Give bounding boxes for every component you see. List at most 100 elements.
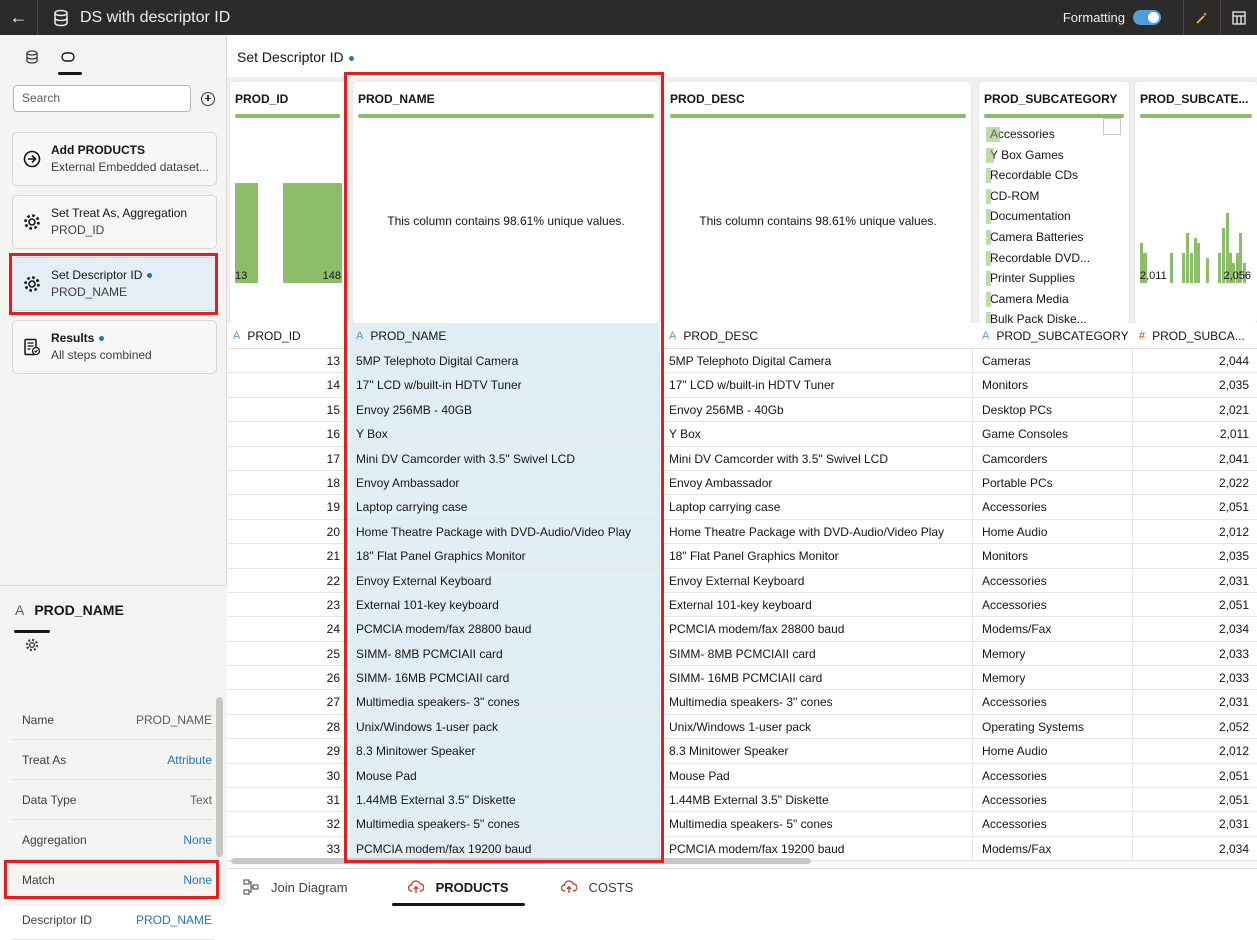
cell-prod-desc[interactable]: 17" LCD w/built-in HDTV Tuner — [663, 373, 973, 398]
cell-prod-name[interactable]: Envoy Ambassador — [350, 470, 660, 495]
properties-scrollbar[interactable] — [216, 697, 223, 857]
profile-card-prod-subcategory[interactable]: PROD_SUBCATEGORY Accessories Y Box Games… — [979, 82, 1129, 327]
cell-prod-subcategory[interactable]: Accessories — [976, 495, 1133, 520]
cell-prod-desc[interactable]: External 101-key keyboard — [663, 592, 973, 617]
cell-prod-subcat-id[interactable]: 2,031 — [1133, 812, 1257, 836]
table-row[interactable]: 24 PCMCIA modem/fax 28800 baud PCMCIA mode… — [227, 617, 1257, 642]
prop-value-treat-as[interactable]: Attribute — [167, 753, 212, 767]
cell-prod-subcategory[interactable]: Accessories — [976, 592, 1133, 617]
cell-prod-desc[interactable]: Mouse Pad — [663, 763, 973, 788]
tab-products[interactable]: PRODUCTS — [391, 869, 525, 906]
cell-prod-name[interactable]: Mini DV Camcorder with 3.5" Swivel LCD — [350, 446, 660, 471]
cell-prod-subcategory[interactable]: Accessories — [976, 568, 1133, 593]
add-circle-icon[interactable] — [201, 91, 215, 106]
cell-prod-id[interactable]: 14 — [227, 373, 347, 398]
profile-card-prod-subcat-id[interactable]: PROD_SUBCATE... 2,011 2,056 — [1135, 82, 1257, 323]
column-header-prod-subcat-id[interactable]: # PROD_SUBCA... — [1133, 323, 1257, 349]
prop-value-descriptor-id[interactable]: PROD_NAME — [136, 913, 212, 927]
cell-prod-id[interactable]: 15 — [227, 397, 347, 422]
table-row[interactable]: 13 5MP Telephoto Digital Camera 5MP Teleph… — [227, 349, 1257, 374]
cell-prod-desc[interactable]: Envoy External Keyboard — [663, 568, 973, 593]
cell-prod-name[interactable]: Unix/Windows 1-user pack — [350, 714, 660, 739]
cell-prod-subcategory[interactable]: Accessories — [976, 812, 1133, 837]
cell-prod-name[interactable]: 1.44MB External 3.5" Diskette — [350, 788, 660, 813]
cell-prod-name[interactable]: 18" Flat Panel Graphics Monitor — [350, 544, 660, 569]
table-row[interactable]: 19 Laptop carrying case Laptop carrying ca… — [227, 495, 1257, 520]
cell-prod-subcategory[interactable]: Home Audio — [976, 519, 1133, 544]
cell-prod-subcategory[interactable]: Memory — [976, 666, 1133, 691]
category-scroll-indicator[interactable] — [1103, 118, 1121, 135]
cell-prod-subcategory[interactable]: Camcorders — [976, 446, 1133, 471]
cell-prod-subcat-id[interactable]: 2,012 — [1133, 739, 1257, 763]
cell-prod-subcat-id[interactable]: 2,051 — [1133, 495, 1257, 519]
cell-prod-name[interactable]: Mouse Pad — [350, 763, 660, 788]
cell-prod-name[interactable]: SIMM- 16MB PCMCIAII card — [350, 666, 660, 691]
step-set-treat-as[interactable]: Set Treat As, Aggregation PROD_ID — [12, 195, 217, 249]
cell-prod-desc[interactable]: Envoy 256MB - 40Gb — [663, 397, 973, 422]
table-row[interactable]: 17 Mini DV Camcorder with 3.5" Swivel LCD… — [227, 446, 1257, 471]
table-row[interactable]: 15 Envoy 256MB - 40GB Envoy 256MB - 40Gb De… — [227, 397, 1257, 423]
category-item[interactable]: Recordable DVD... — [986, 248, 1096, 269]
table-row[interactable]: 28 Unix/Windows 1-user pack Unix/Windows 1… — [227, 714, 1257, 740]
cell-prod-subcat-id[interactable]: 2,035 — [1133, 544, 1257, 568]
table-row[interactable]: 29 8.3 Minitower Speaker 8.3 Minitower Spe… — [227, 739, 1257, 764]
cell-prod-name[interactable]: 5MP Telephoto Digital Camera — [350, 349, 660, 373]
cell-prod-id[interactable]: 27 — [227, 690, 347, 715]
cell-prod-name[interactable]: Envoy External Keyboard — [350, 568, 660, 593]
cell-prod-subcategory[interactable]: Accessories — [976, 690, 1133, 715]
cell-prod-subcat-id[interactable]: 2,012 — [1133, 520, 1257, 544]
cell-prod-desc[interactable]: SIMM- 16MB PCMCIAII card — [663, 666, 973, 691]
cell-prod-subcategory[interactable]: Accessories — [976, 788, 1133, 813]
table-row[interactable]: 22 Envoy External Keyboard Envoy External … — [227, 568, 1257, 593]
cell-prod-id[interactable]: 21 — [227, 544, 347, 569]
tab-costs[interactable]: COSTS — [560, 869, 633, 906]
step-results[interactable]: Results All steps combined — [12, 320, 217, 374]
cell-prod-desc[interactable]: Unix/Windows 1-user pack — [663, 714, 973, 739]
cell-prod-id[interactable]: 26 — [227, 666, 347, 691]
cell-prod-name[interactable]: Y Box — [350, 422, 660, 447]
cell-prod-id[interactable]: 24 — [227, 617, 347, 642]
cell-prod-desc[interactable]: SIMM- 8MB PCMCIAII card — [663, 641, 973, 666]
cell-prod-name[interactable]: SIMM- 8MB PCMCIAII card — [350, 641, 660, 666]
cell-prod-subcat-id[interactable]: 2,044 — [1133, 349, 1257, 373]
cell-prod-subcat-id[interactable]: 2,022 — [1133, 471, 1257, 495]
table-row[interactable]: 25 SIMM- 8MB PCMCIAII card SIMM- 8MB PCMCI… — [227, 641, 1257, 667]
step-add-products[interactable]: Add PRODUCTS External Embedded dataset... — [12, 132, 217, 186]
category-item[interactable]: CD-ROM — [986, 186, 1096, 207]
table-row[interactable]: 31 1.44MB External 3.5" Diskette 1.44MB Ex… — [227, 788, 1257, 813]
cell-prod-subcat-id[interactable]: 2,051 — [1133, 593, 1257, 617]
column-header-prod-desc[interactable]: A PROD_DESC — [663, 323, 973, 349]
cell-prod-subcat-id[interactable]: 2,031 — [1133, 690, 1257, 714]
prop-value-aggregation[interactable]: None — [183, 833, 212, 847]
cell-prod-subcategory[interactable]: Home Audio — [976, 739, 1133, 764]
cell-prod-id[interactable]: 18 — [227, 470, 347, 495]
cell-prod-id[interactable]: 30 — [227, 763, 347, 788]
cell-prod-subcat-id[interactable]: 2,035 — [1133, 373, 1257, 397]
category-item[interactable]: Camera Media — [986, 289, 1096, 310]
cell-prod-subcat-id[interactable]: 2,034 — [1133, 837, 1257, 861]
table-row[interactable]: 18 Envoy Ambassador Envoy Ambassador Portab… — [227, 470, 1257, 496]
table-row[interactable]: 20 Home Theatre Package with DVD-Audio/Vi… — [227, 519, 1257, 545]
magic-wand-icon[interactable] — [1184, 0, 1220, 35]
cell-prod-id[interactable]: 31 — [227, 788, 347, 813]
cell-prod-subcategory[interactable]: Monitors — [976, 544, 1133, 569]
cell-prod-desc[interactable]: 5MP Telephoto Digital Camera — [663, 349, 973, 373]
cell-prod-subcat-id[interactable]: 2,052 — [1133, 715, 1257, 739]
cell-prod-desc[interactable]: Multimedia speakers- 5" cones — [663, 812, 973, 837]
cell-prod-id[interactable]: 17 — [227, 446, 347, 471]
cell-prod-name[interactable]: Envoy 256MB - 40GB — [350, 397, 660, 422]
cell-prod-subcategory[interactable]: Game Consoles — [976, 422, 1133, 447]
cell-prod-desc[interactable]: 1.44MB External 3.5" Diskette — [663, 788, 973, 813]
category-item[interactable]: Recordable CDs — [986, 165, 1096, 186]
column-header-prod-subcategory[interactable]: A PROD_SUBCATEGORY — [976, 323, 1133, 349]
cell-prod-name[interactable]: Multimedia speakers- 3" cones — [350, 690, 660, 715]
cell-prod-desc[interactable]: Laptop carrying case — [663, 495, 973, 520]
table-row[interactable]: 14 17" LCD w/built-in HDTV Tuner 17" LCD w… — [227, 373, 1257, 398]
cell-prod-subcategory[interactable]: Modems/Fax — [976, 836, 1133, 861]
cell-prod-subcategory[interactable]: Cameras — [976, 349, 1133, 373]
table-row[interactable]: 32 Multimedia speakers- 5" cones Multimedi… — [227, 812, 1257, 837]
cell-prod-subcategory[interactable]: Monitors — [976, 373, 1133, 398]
category-item[interactable]: Y Box Games — [986, 145, 1096, 166]
cell-prod-desc[interactable]: Home Theatre Package with DVD-Audio/Vide… — [663, 519, 973, 544]
cell-prod-subcat-id[interactable]: 2,021 — [1133, 398, 1257, 422]
